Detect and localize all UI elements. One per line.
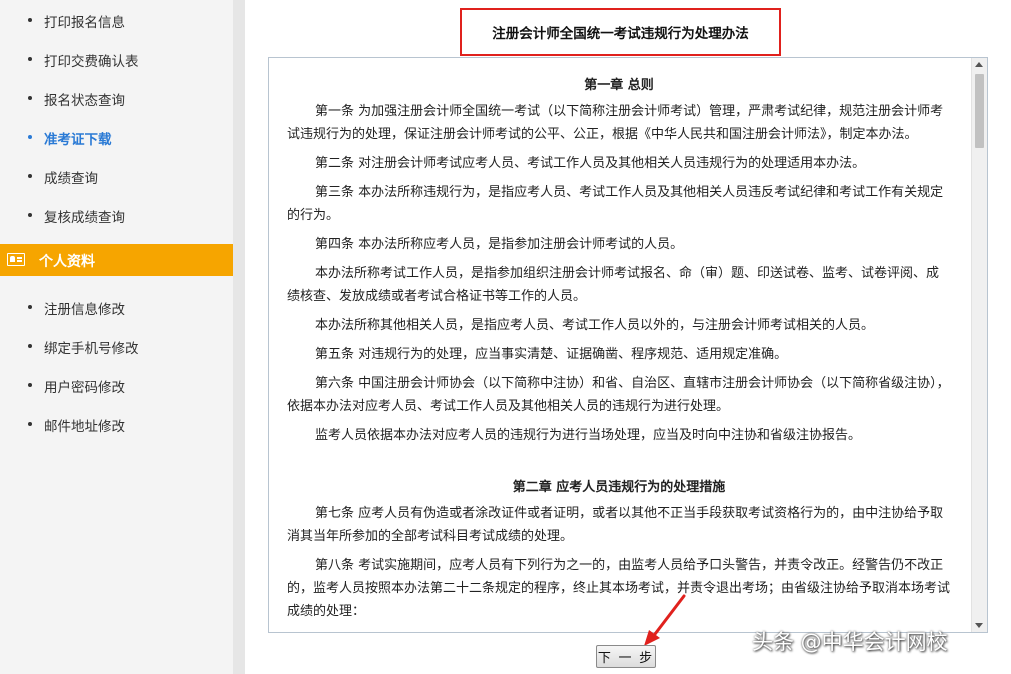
chapter-heading: 第一章 总则 (584, 78, 654, 93)
sidebar: 打印报名信息 打印交费确认表 报名状态查询 准考证下载 成绩查询 复核成绩查询 … (0, 0, 233, 674)
bullet-icon (28, 174, 32, 178)
next-step-button[interactable]: 下 一 步 (596, 645, 656, 668)
sidebar-item-label: 报名状态查询 (44, 93, 125, 109)
bullet-icon (28, 135, 32, 139)
page-title: 注册会计师全国统一考试违规行为处理办法 (460, 8, 781, 56)
sidebar-item-edit-phone[interactable]: 绑定手机号修改 (0, 332, 233, 360)
sidebar-item-edit-registration[interactable]: 注册信息修改 (0, 293, 233, 321)
scrollbar-thumb[interactable] (975, 74, 984, 148)
sidebar-item-admission-ticket[interactable]: 准考证下载 (0, 123, 233, 151)
bullet-icon (28, 57, 32, 61)
id-card-icon (7, 253, 25, 266)
section-header-label: 个人资料 (39, 254, 95, 270)
regulation-text-panel[interactable]: 第一章 总则 第一条 为加强注册会计师全国统一考试（以下简称注册会计师考试）管理… (268, 57, 988, 633)
sidebar-item-label: 注册信息修改 (44, 302, 125, 318)
sidebar-item-label: 成绩查询 (44, 171, 98, 187)
sidebar-item-score-query[interactable]: 成绩查询 (0, 162, 233, 190)
bullet-icon (28, 305, 32, 309)
sidebar-item-label: 准考证下载 (44, 132, 112, 148)
bullet-icon (28, 96, 32, 100)
bullet-icon (28, 383, 32, 387)
regulation-paragraph: 第七条 应考人员有伪造或者涂改证件或者证明，或者以其他不正当手段获取考试资格行为… (287, 506, 944, 544)
sidebar-item-label: 邮件地址修改 (44, 419, 125, 435)
regulation-text-content: 第一章 总则 第一条 为加强注册会计师全国统一考试（以下简称注册会计师考试）管理… (269, 58, 969, 632)
regulation-paragraph: 第三条 本办法所称违规行为，是指应考人员、考试工作人员及其他相关人员违反考试纪律… (287, 185, 944, 223)
scroll-down-arrow-icon[interactable] (975, 623, 983, 628)
watermark: 头条 @中华会计网校 (752, 630, 948, 654)
chapter-heading: 第二章 应考人员违规行为的处理措施 (512, 480, 726, 495)
regulation-paragraph: 本办法所称考试工作人员，是指参加组织注册会计师考试报名、命（审）题、印送试卷、监… (287, 266, 940, 304)
regulation-paragraph: 第二条 对注册会计师考试应考人员、考试工作人员及其他相关人员违规行为的处理适用本… (315, 156, 866, 171)
sidebar-item-label: 复核成绩查询 (44, 210, 125, 226)
sidebar-item-label: 绑定手机号修改 (44, 341, 139, 357)
regulation-paragraph: 第六条 中国注册会计师协会（以下简称中注协）和省、自治区、直辖市注册会计师协会（… (287, 376, 950, 414)
sidebar-item-registration-status[interactable]: 报名状态查询 (0, 84, 233, 112)
sidebar-item-score-review[interactable]: 复核成绩查询 (0, 201, 233, 229)
regulation-paragraph: 第四条 本办法所称应考人员，是指参加注册会计师考试的人员。 (315, 237, 684, 252)
sidebar-divider (233, 0, 245, 674)
bullet-icon (28, 18, 32, 22)
sidebar-item-print-registration[interactable]: 打印报名信息 (0, 6, 233, 34)
red-arrow-annotation-icon (644, 594, 686, 646)
sidebar-item-edit-password[interactable]: 用户密码修改 (0, 371, 233, 399)
regulation-paragraph: 第八条 考试实施期间，应考人员有下列行为之一的，由监考人员给予口头警告，并责令改… (287, 558, 951, 619)
regulation-paragraph: 本办法所称其他相关人员，是指应考人员、考试工作人员以外的，与注册会计师考试相关的… (315, 318, 875, 333)
bullet-icon (28, 213, 32, 217)
regulation-paragraph: 监考人员依据本办法对应考人员的违规行为进行当场处理，应当及时向中注协和省级注协报… (315, 428, 862, 443)
vertical-scrollbar[interactable] (971, 58, 987, 632)
bullet-icon (28, 422, 32, 426)
section-header-personal-info[interactable]: 个人资料 (0, 244, 233, 276)
sidebar-item-label: 打印报名信息 (44, 15, 125, 31)
regulation-paragraph: 第五条 对违规行为的处理，应当事实清楚、证据确凿、程序规范、适用规定准确。 (315, 347, 788, 362)
sidebar-item-print-payment[interactable]: 打印交费确认表 (0, 45, 233, 73)
sidebar-item-label: 打印交费确认表 (44, 54, 139, 70)
sidebar-item-edit-email[interactable]: 邮件地址修改 (0, 410, 233, 438)
regulation-paragraph: 第一条 为加强注册会计师全国统一考试（以下简称注册会计师考试）管理，严肃考试纪律… (287, 104, 944, 142)
bullet-icon (28, 344, 32, 348)
sidebar-item-label: 用户密码修改 (44, 380, 125, 396)
scroll-up-arrow-icon[interactable] (975, 62, 983, 67)
